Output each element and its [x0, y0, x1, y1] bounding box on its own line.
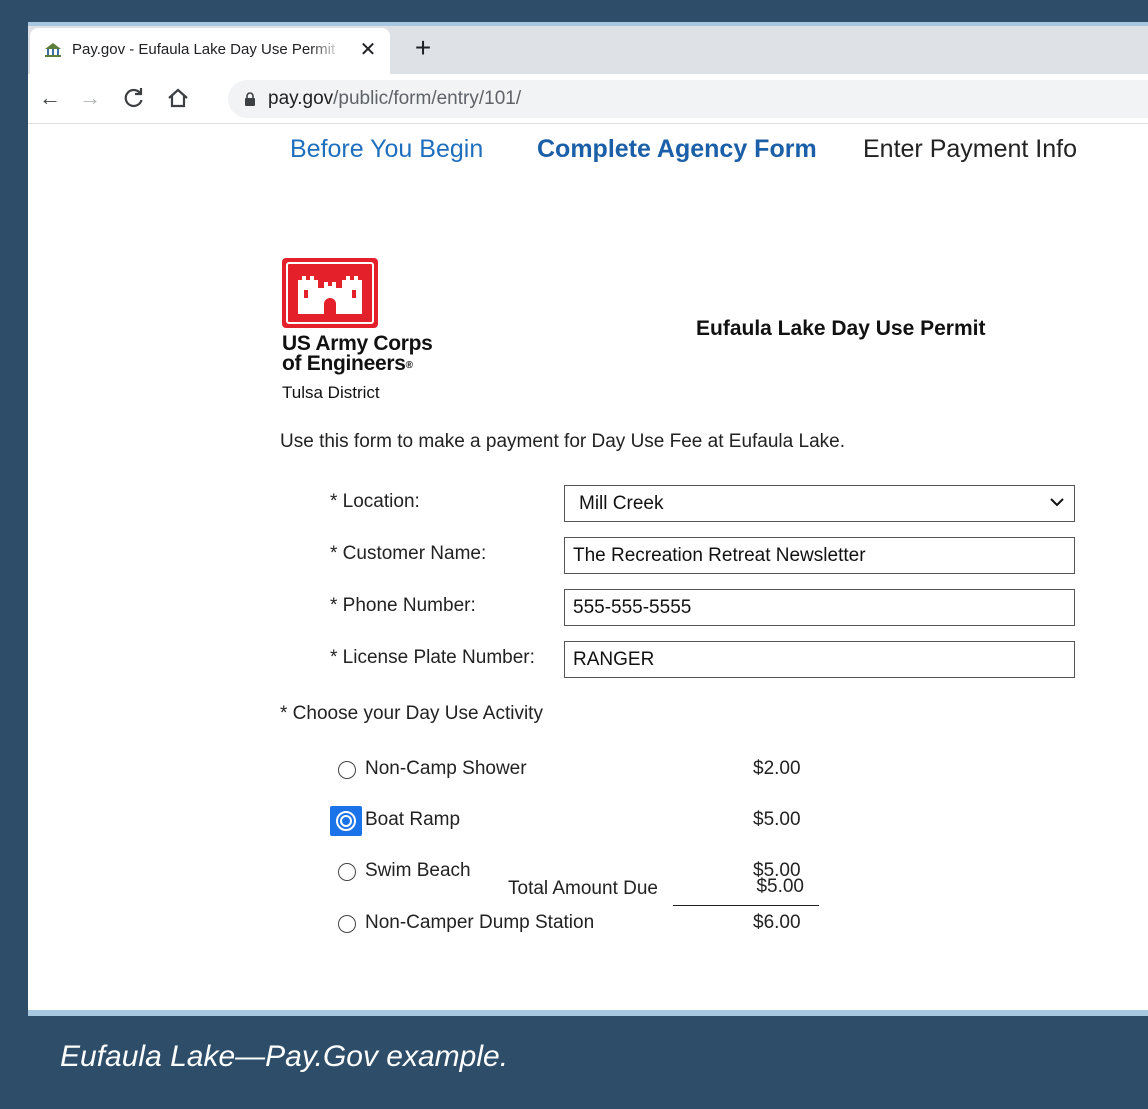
form-title: Eufaula Lake Day Use Permit — [696, 317, 986, 340]
total-amount-label: Total Amount Due — [508, 878, 658, 899]
browser-tab[interactable]: Pay.gov - Eufaula Lake Day Use Permit ✕ — [30, 28, 390, 74]
step-complete-agency-form: Complete Agency Form — [537, 135, 817, 163]
back-arrow-icon[interactable]: ← — [36, 84, 64, 112]
registered-mark: ® — [405, 360, 413, 371]
radio-button[interactable] — [338, 863, 356, 881]
radio-button[interactable] — [338, 761, 356, 779]
forward-arrow-icon[interactable]: → — [76, 84, 104, 112]
activity-label: Boat Ramp — [365, 809, 461, 830]
activity-label: Non-Camp Shower — [365, 758, 527, 779]
agency-name-line2: of Engineers® — [282, 352, 413, 375]
location-selected-value: Mill Creek — [579, 493, 664, 514]
license-plate-input[interactable]: RANGER — [564, 641, 1075, 678]
license-plate-label: * License Plate Number: — [330, 647, 535, 668]
activity-label: Swim Beach — [365, 860, 471, 881]
chevron-down-icon — [1050, 498, 1064, 507]
phone-number-label: * Phone Number: — [330, 595, 476, 616]
step-enter-payment-info: Enter Payment Info — [863, 135, 1078, 163]
agency-district: Tulsa District — [282, 383, 380, 402]
close-icon[interactable]: ✕ — [356, 38, 380, 62]
radio-button-selected[interactable] — [330, 806, 362, 836]
tab-strip: Pay.gov - Eufaula Lake Day Use Permit ✕ … — [28, 26, 1148, 74]
address-bar[interactable]: pay.gov/public/form/entry/101/ — [228, 80, 1148, 118]
pay-gov-building-icon — [45, 43, 61, 57]
lock-icon — [245, 92, 255, 106]
page-content: Before You Begin Complete Agency Form En… — [28, 125, 1148, 1010]
url-text: pay.gov/public/form/entry/101/ — [268, 88, 522, 109]
activity-price: $2.00 — [753, 758, 801, 779]
location-select[interactable]: Mill Creek — [564, 485, 1075, 522]
browser-toolbar: ← → pay.gov/public/form/entry/101/ — [28, 74, 1148, 124]
customer-name-input[interactable]: The Recreation Retreat Newsletter — [564, 537, 1075, 574]
reload-icon[interactable] — [120, 84, 148, 112]
radio-button[interactable] — [338, 915, 356, 933]
location-label: * Location: — [330, 491, 420, 512]
customer-name-label: * Customer Name: — [330, 543, 487, 564]
step-before-you-begin[interactable]: Before You Begin — [290, 135, 483, 164]
radio-ring — [336, 811, 356, 831]
form-intro: Use this form to make a payment for Day … — [280, 431, 845, 452]
image-caption: Eufaula Lake—Pay.Gov example. — [60, 1040, 509, 1073]
phone-number-input[interactable]: 555-555-5555 — [564, 589, 1075, 626]
activity-heading: * Choose your Day Use Activity — [280, 703, 543, 724]
home-icon[interactable] — [164, 84, 192, 112]
activity-label: Non-Camper Dump Station — [365, 912, 595, 933]
activity-price: $5.00 — [753, 809, 801, 830]
browser-window: Pay.gov - Eufaula Lake Day Use Permit ✕ … — [28, 22, 1148, 1016]
total-amount-value: $5.00 — [673, 876, 819, 906]
new-tab-button[interactable]: + — [408, 34, 438, 64]
usace-castle-logo — [282, 258, 378, 328]
tab-title: Pay.gov - Eufaula Lake Day Use Permit — [72, 41, 336, 58]
radio-dot — [340, 815, 352, 827]
activity-price: $6.00 — [753, 912, 801, 933]
